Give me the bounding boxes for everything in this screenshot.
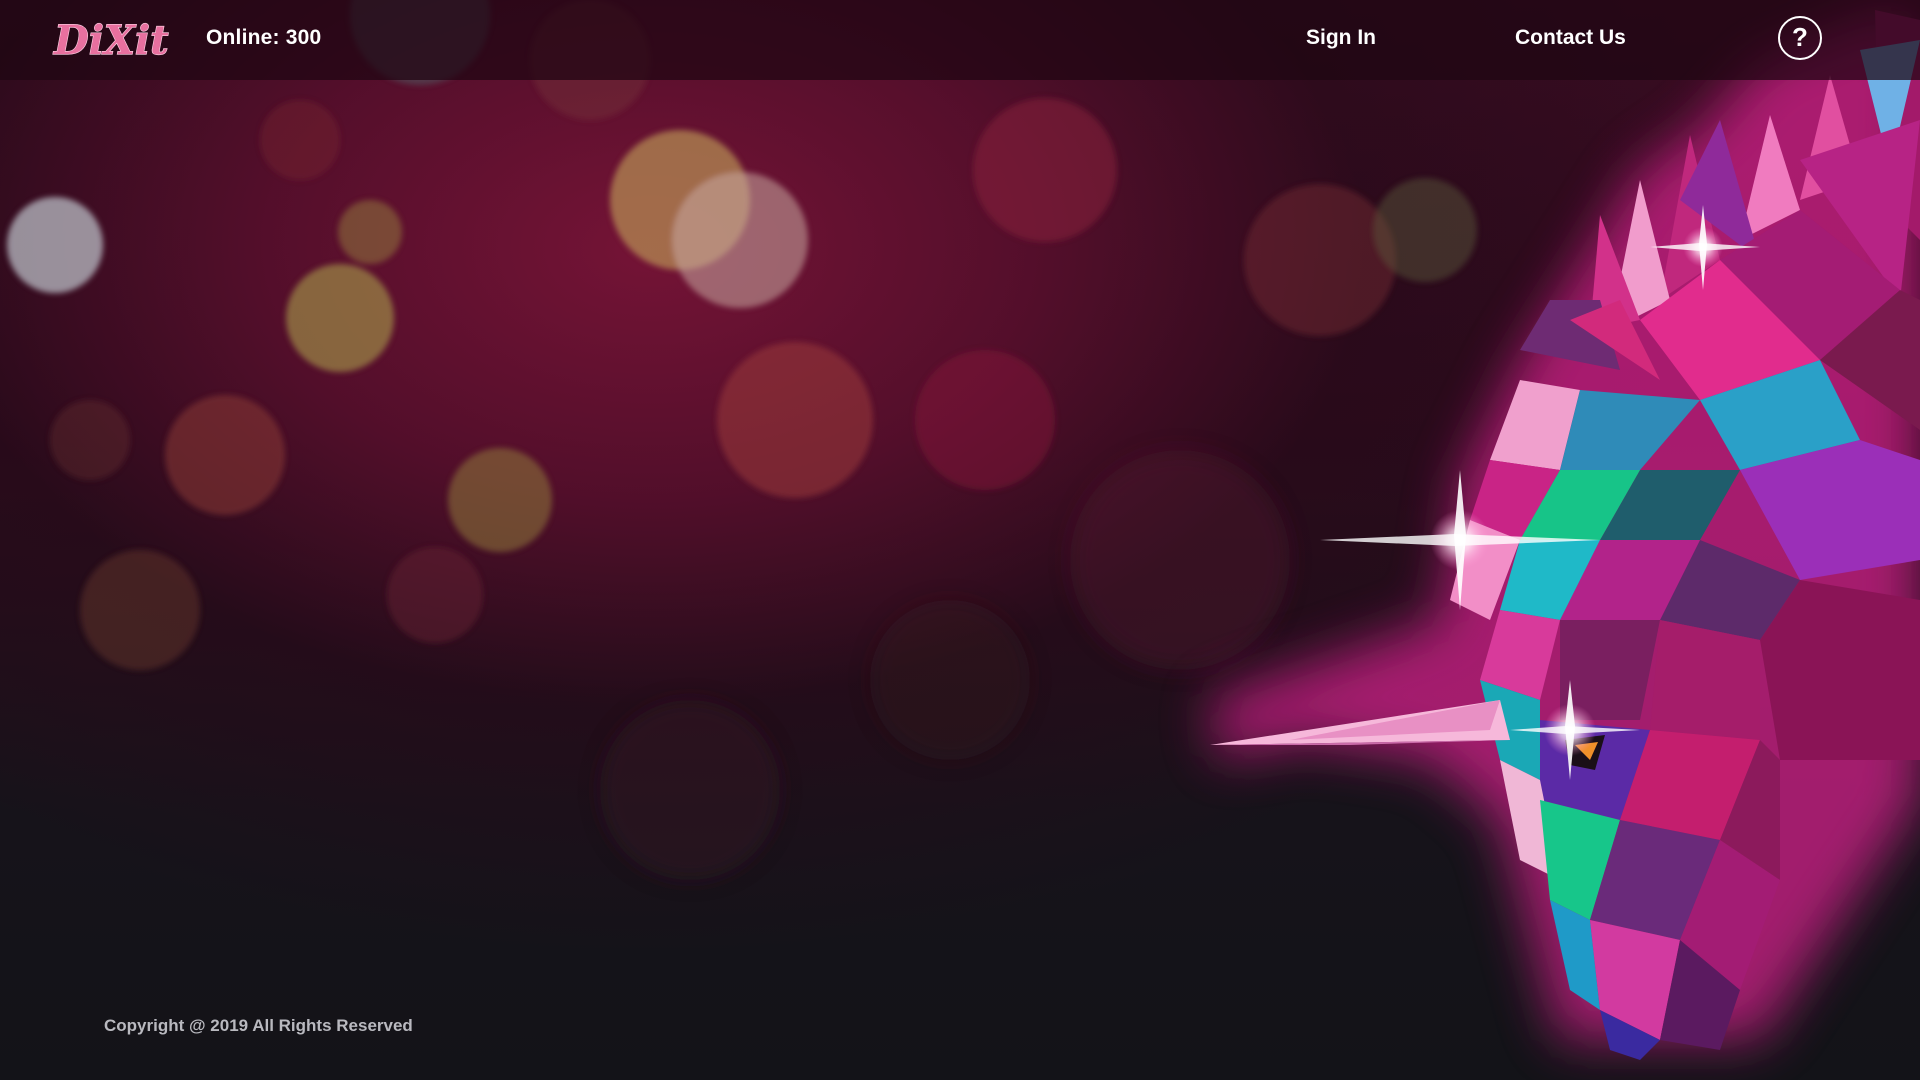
svg-text:DiXit: DiXit — [53, 17, 169, 64]
unicorn-illustration — [1210, 10, 1920, 1060]
contact-us-link[interactable]: Contact Us — [1515, 26, 1626, 50]
sign-in-link[interactable]: Sign In — [1306, 26, 1376, 50]
top-nav-bar: DiXit Online: 300 Sign In Contact Us ? — [0, 0, 1920, 80]
landing-page: DiXit Online: 300 Sign In Contact Us ? C… — [0, 0, 1920, 1080]
help-circle-icon[interactable]: ? — [1778, 16, 1822, 60]
copyright-text: Copyright @ 2019 All Rights Reserved — [104, 1016, 413, 1035]
online-count: Online: 300 — [206, 26, 322, 49]
dixit-logo[interactable]: DiXit — [52, 12, 182, 68]
